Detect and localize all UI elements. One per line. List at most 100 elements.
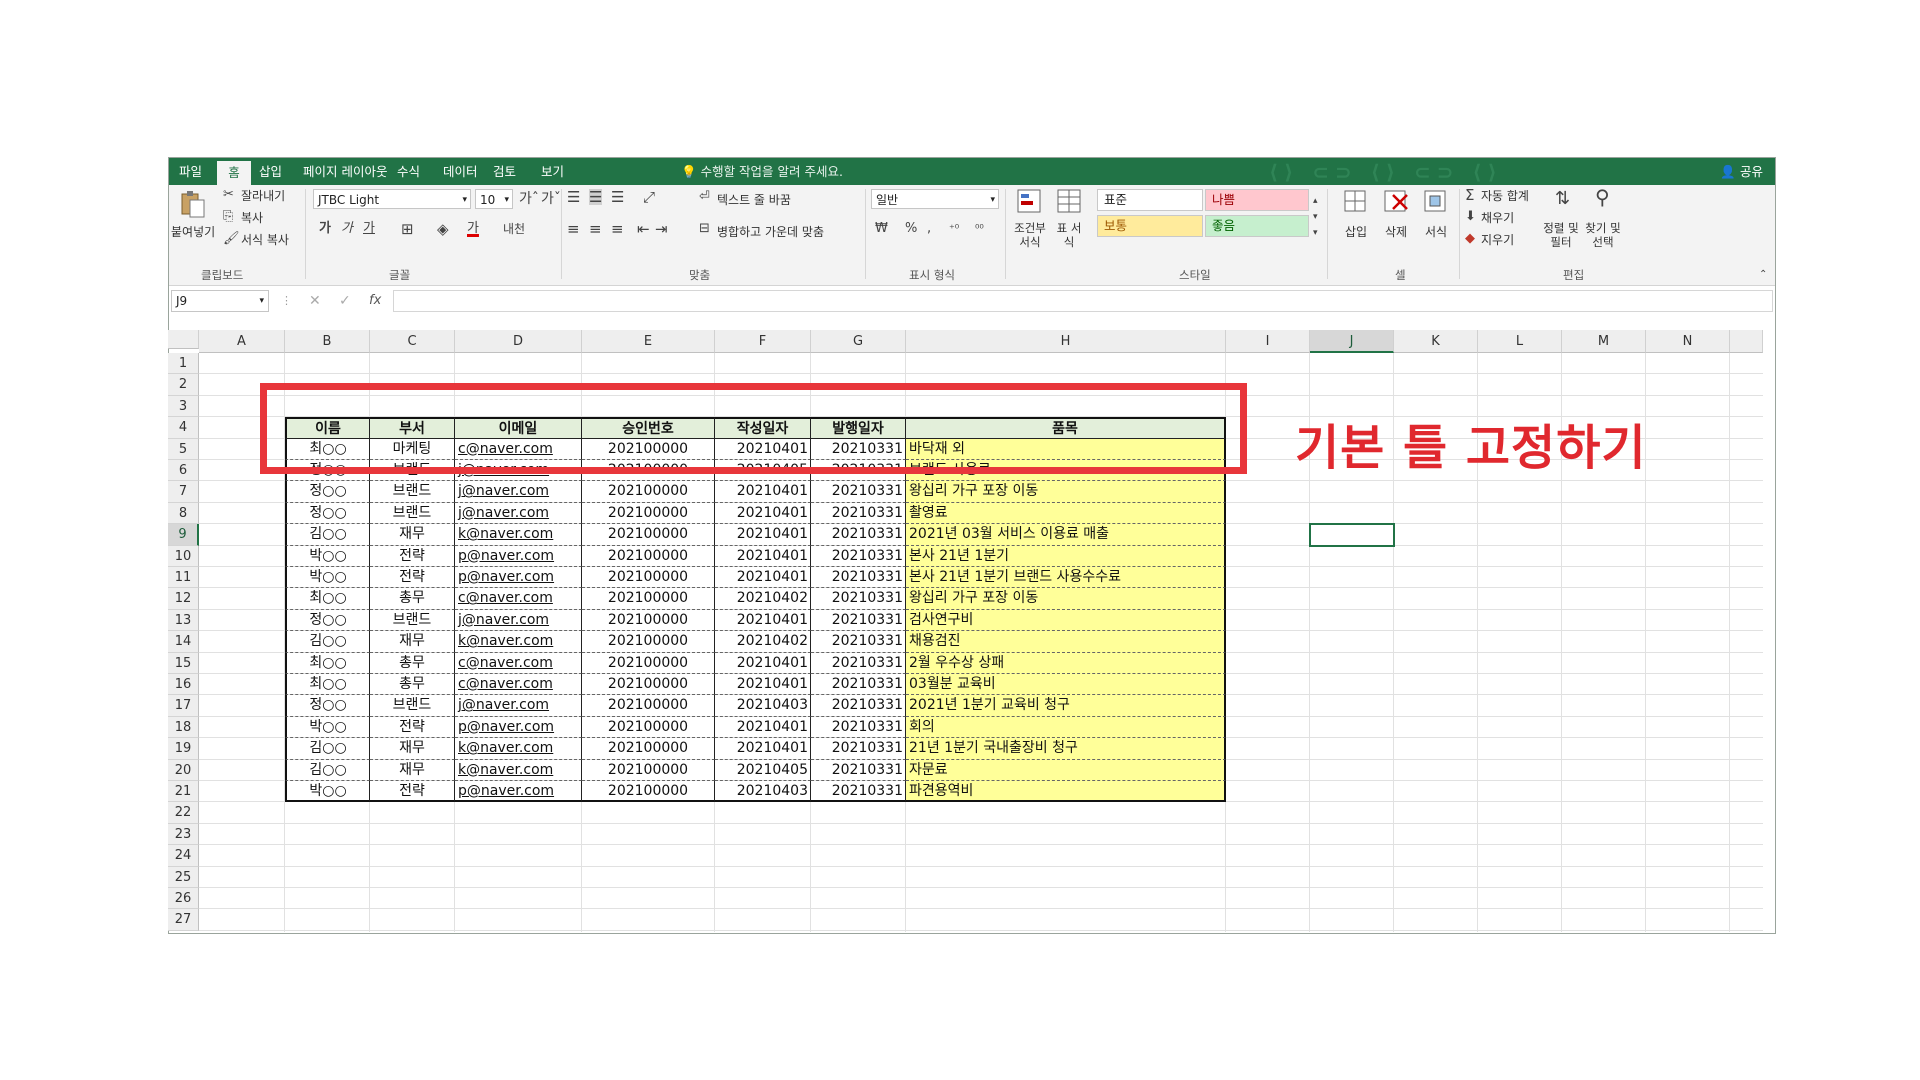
- table-cell[interactable]: 재무: [370, 738, 455, 760]
- table-cell[interactable]: 20210405: [715, 759, 811, 781]
- table-cell[interactable]: 202100000: [582, 652, 715, 674]
- column-header[interactable]: N: [1646, 330, 1730, 353]
- table-cell[interactable]: 202100000: [582, 609, 715, 632]
- tab-insert[interactable]: 삽입: [259, 158, 282, 185]
- share-button[interactable]: 👤 공유: [1720, 158, 1763, 185]
- column-header[interactable]: H: [906, 330, 1226, 353]
- underline-icon[interactable]: 가: [363, 221, 375, 237]
- column-header[interactable]: J: [1310, 330, 1394, 353]
- table-cell[interactable]: 파견용역비: [906, 781, 1226, 803]
- table-cell[interactable]: p@naver.com: [455, 716, 582, 739]
- table-cell[interactable]: 박○○: [285, 545, 370, 567]
- table-cell[interactable]: 20210331: [811, 481, 906, 503]
- table-cell[interactable]: 박○○: [285, 781, 370, 803]
- column-header[interactable]: E: [582, 330, 715, 353]
- insert-cells-button[interactable]: 삽입: [1345, 223, 1367, 240]
- wrap-text-button[interactable]: 텍스트 줄 바꿈: [717, 191, 791, 208]
- table-cell[interactable]: 2월 우수상 상패: [906, 652, 1226, 674]
- row-header[interactable]: 21: [168, 781, 199, 803]
- row-header[interactable]: 11: [168, 567, 199, 589]
- table-cell[interactable]: 20210331: [811, 738, 906, 760]
- table-cell[interactable]: 20210331: [811, 609, 906, 632]
- table-cell[interactable]: 202100000: [582, 631, 715, 653]
- row-header[interactable]: 6: [168, 460, 199, 482]
- table-cell[interactable]: 202100000: [582, 524, 715, 546]
- table-cell[interactable]: 박○○: [285, 567, 370, 589]
- row-header[interactable]: 12: [168, 588, 199, 610]
- table-cell[interactable]: 전략: [370, 716, 455, 739]
- insert-function-icon[interactable]: fx: [369, 293, 381, 309]
- table-cell[interactable]: 전략: [370, 781, 455, 803]
- format-painter-button[interactable]: 서식 복사: [241, 231, 289, 248]
- table-cell[interactable]: 김○○: [285, 759, 370, 781]
- italic-icon[interactable]: 가: [341, 221, 353, 237]
- table-cell[interactable]: 20210331: [811, 652, 906, 674]
- table-cell[interactable]: 20210331: [811, 588, 906, 610]
- table-cell[interactable]: 20210331: [811, 502, 906, 525]
- table-cell[interactable]: j@naver.com: [455, 481, 582, 503]
- table-cell[interactable]: 20210402: [715, 588, 811, 610]
- table-cell[interactable]: 회의: [906, 716, 1226, 739]
- row-header[interactable]: 17: [168, 695, 199, 717]
- table-cell[interactable]: 최○○: [285, 588, 370, 610]
- table-cell[interactable]: 재무: [370, 759, 455, 781]
- table-cell[interactable]: k@naver.com: [455, 759, 582, 781]
- table-cell[interactable]: 03월분 교육비: [906, 674, 1226, 696]
- table-cell[interactable]: 20210401: [715, 481, 811, 503]
- table-cell[interactable]: 브랜드: [370, 481, 455, 503]
- row-header[interactable]: 25: [168, 866, 199, 888]
- table-cell[interactable]: 촬영료: [906, 502, 1226, 525]
- column-header[interactable]: A: [199, 330, 285, 353]
- table-cell[interactable]: 202100000: [582, 502, 715, 525]
- table-cell[interactable]: j@naver.com: [455, 609, 582, 632]
- grow-font-icon[interactable]: 가ˆ: [519, 191, 539, 207]
- column-header[interactable]: I: [1226, 330, 1310, 353]
- align-bottom-icon[interactable]: ☰: [611, 189, 624, 205]
- row-header[interactable]: 23: [168, 823, 199, 846]
- table-cell[interactable]: 정○○: [285, 609, 370, 632]
- align-center-icon[interactable]: ≡: [589, 221, 602, 237]
- style-good[interactable]: 좋음: [1205, 215, 1309, 237]
- table-cell[interactable]: 20210401: [715, 567, 811, 589]
- table-cell[interactable]: 김○○: [285, 738, 370, 760]
- row-header[interactable]: 3: [168, 395, 199, 418]
- row-header[interactable]: 4: [168, 417, 199, 439]
- table-cell[interactable]: 202100000: [582, 695, 715, 717]
- table-cell[interactable]: 총무: [370, 652, 455, 674]
- table-cell[interactable]: 20210401: [715, 524, 811, 546]
- table-cell[interactable]: 202100000: [582, 588, 715, 610]
- row-header[interactable]: 24: [168, 845, 199, 867]
- table-cell[interactable]: 김○○: [285, 524, 370, 546]
- merge-center-button[interactable]: 병합하고 가운데 맞춤: [717, 223, 824, 240]
- table-cell[interactable]: 20210401: [715, 502, 811, 525]
- table-cell[interactable]: 20210402: [715, 631, 811, 653]
- decrease-decimal-icon[interactable]: ⁰⁰: [975, 221, 984, 237]
- row-header[interactable]: 14: [168, 631, 199, 653]
- table-cell[interactable]: 20210401: [715, 716, 811, 739]
- table-cell[interactable]: 20210401: [715, 738, 811, 760]
- fill-color-icon[interactable]: ◈: [437, 221, 449, 237]
- column-header[interactable]: B: [285, 330, 370, 353]
- row-header[interactable]: 7: [168, 481, 199, 503]
- table-cell[interactable]: 전략: [370, 567, 455, 589]
- table-cell[interactable]: 정○○: [285, 502, 370, 525]
- font-color-icon[interactable]: 가: [467, 221, 479, 237]
- tab-data[interactable]: 데이터: [443, 158, 478, 185]
- decrease-indent-icon[interactable]: ⇤: [637, 221, 650, 237]
- table-cell[interactable]: 202100000: [582, 716, 715, 739]
- table-cell[interactable]: j@naver.com: [455, 695, 582, 717]
- name-box[interactable]: J9 ▾: [171, 290, 269, 312]
- table-cell[interactable]: 20210331: [811, 631, 906, 653]
- table-cell[interactable]: 왕십리 가구 포장 이동: [906, 588, 1226, 610]
- conditional-format-button[interactable]: 조건부 서식: [1009, 221, 1051, 249]
- table-cell[interactable]: 최○○: [285, 652, 370, 674]
- style-normal[interactable]: 표준: [1097, 189, 1203, 211]
- table-cell[interactable]: 총무: [370, 588, 455, 610]
- align-left-icon[interactable]: ≡: [567, 221, 580, 237]
- table-cell[interactable]: 202100000: [582, 481, 715, 503]
- table-cell[interactable]: 본사 21년 1분기: [906, 545, 1226, 567]
- table-cell[interactable]: 검사연구비: [906, 609, 1226, 632]
- table-cell[interactable]: 21년 1분기 국내출장비 청구: [906, 738, 1226, 760]
- confirm-entry-icon[interactable]: ✓: [339, 293, 351, 309]
- row-header[interactable]: 19: [168, 738, 199, 760]
